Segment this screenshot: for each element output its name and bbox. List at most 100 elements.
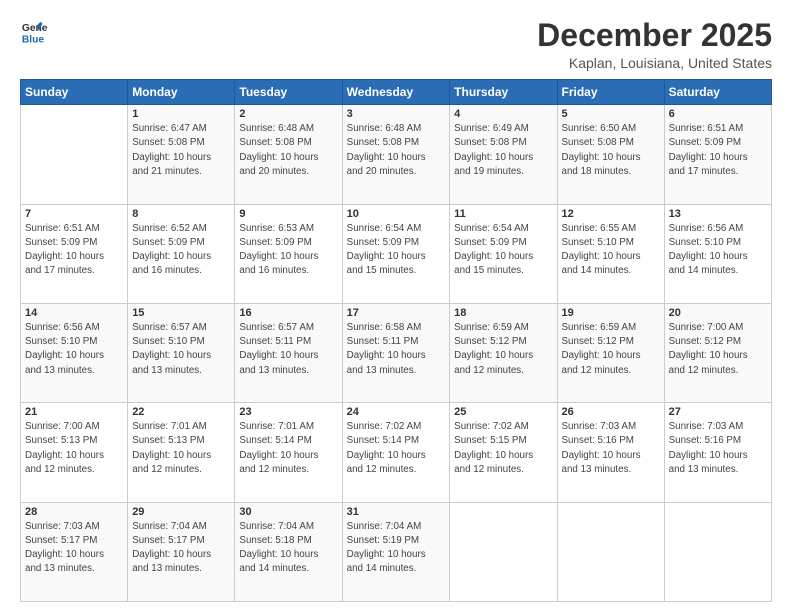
calendar-cell: 22 Sunrise: 7:01 AMSunset: 5:13 PMDayligh… xyxy=(128,403,235,502)
day-info: Sunrise: 6:49 AMSunset: 5:08 PMDaylight:… xyxy=(454,122,552,179)
day-info: Sunrise: 7:03 AMSunset: 5:16 PMDaylight:… xyxy=(562,420,660,477)
day-number: 1 xyxy=(132,108,230,120)
calendar-cell: 13 Sunrise: 6:56 AMSunset: 5:10 PMDayligh… xyxy=(664,204,771,303)
weekday-header-sunday: Sunday xyxy=(21,80,128,105)
day-number: 6 xyxy=(669,108,767,120)
day-info: Sunrise: 7:02 AMSunset: 5:14 PMDaylight:… xyxy=(347,420,446,477)
day-number: 7 xyxy=(25,208,123,220)
week-row-3: 14 Sunrise: 6:56 AMSunset: 5:10 PMDayligh… xyxy=(21,303,772,402)
day-number: 15 xyxy=(132,307,230,319)
day-number: 27 xyxy=(669,406,767,418)
day-number: 11 xyxy=(454,208,552,220)
calendar-cell: 5 Sunrise: 6:50 AMSunset: 5:08 PMDaylight… xyxy=(557,105,664,204)
day-info: Sunrise: 7:01 AMSunset: 5:14 PMDaylight:… xyxy=(239,420,337,477)
day-number: 17 xyxy=(347,307,446,319)
day-info: Sunrise: 7:04 AMSunset: 5:19 PMDaylight:… xyxy=(347,520,446,577)
day-info: Sunrise: 6:56 AMSunset: 5:10 PMDaylight:… xyxy=(669,222,767,279)
subtitle: Kaplan, Louisiana, United States xyxy=(537,55,772,71)
calendar-cell: 25 Sunrise: 7:02 AMSunset: 5:15 PMDayligh… xyxy=(450,403,557,502)
day-info: Sunrise: 7:04 AMSunset: 5:17 PMDaylight:… xyxy=(132,520,230,577)
calendar-cell: 4 Sunrise: 6:49 AMSunset: 5:08 PMDaylight… xyxy=(450,105,557,204)
day-info: Sunrise: 6:51 AMSunset: 5:09 PMDaylight:… xyxy=(25,222,123,279)
main-title: December 2025 xyxy=(537,18,772,53)
calendar-cell: 26Sunrise: 7:03 AMSunset: 5:16 PMDayligh… xyxy=(557,403,664,502)
day-info: Sunrise: 7:02 AMSunset: 5:15 PMDaylight:… xyxy=(454,420,552,477)
calendar-cell: 30Sunrise: 7:04 AMSunset: 5:18 PMDayligh… xyxy=(235,502,342,601)
day-info: Sunrise: 6:52 AMSunset: 5:09 PMDaylight:… xyxy=(132,222,230,279)
calendar-cell: 29 Sunrise: 7:04 AMSunset: 5:17 PMDayligh… xyxy=(128,502,235,601)
day-info: Sunrise: 7:03 AMSunset: 5:16 PMDaylight:… xyxy=(669,420,767,477)
calendar-cell: 8 Sunrise: 6:52 AMSunset: 5:09 PMDaylight… xyxy=(128,204,235,303)
day-info: Sunrise: 7:04 AMSunset: 5:18 PMDaylight:… xyxy=(239,520,337,577)
day-number: 5 xyxy=(562,108,660,120)
day-number: 29 xyxy=(132,506,230,518)
calendar-cell: 23 Sunrise: 7:01 AMSunset: 5:14 PMDayligh… xyxy=(235,403,342,502)
calendar-page: General Blue General Blue December 2025 … xyxy=(0,0,792,612)
day-info: Sunrise: 7:01 AMSunset: 5:13 PMDaylight:… xyxy=(132,420,230,477)
day-number: 18 xyxy=(454,307,552,319)
weekday-header-tuesday: Tuesday xyxy=(235,80,342,105)
calendar-cell: 3Sunrise: 6:48 AMSunset: 5:08 PMDaylight… xyxy=(342,105,450,204)
day-info: Sunrise: 7:00 AMSunset: 5:12 PMDaylight:… xyxy=(669,321,767,378)
calendar-cell: 17 Sunrise: 6:58 AMSunset: 5:11 PMDayligh… xyxy=(342,303,450,402)
day-info: Sunrise: 6:51 AMSunset: 5:09 PMDaylight:… xyxy=(669,122,767,179)
calendar-cell: 10 Sunrise: 6:54 AMSunset: 5:09 PMDayligh… xyxy=(342,204,450,303)
calendar-cell: 2Sunrise: 6:48 AMSunset: 5:08 PMDaylight… xyxy=(235,105,342,204)
header: General Blue General Blue December 2025 … xyxy=(20,18,772,71)
calendar-cell: 20 Sunrise: 7:00 AMSunset: 5:12 PMDayligh… xyxy=(664,303,771,402)
calendar-cell: 15 Sunrise: 6:57 AMSunset: 5:10 PMDayligh… xyxy=(128,303,235,402)
calendar-cell xyxy=(21,105,128,204)
calendar-cell: 16Sunrise: 6:57 AMSunset: 5:11 PMDayligh… xyxy=(235,303,342,402)
calendar-cell: 9 Sunrise: 6:53 AMSunset: 5:09 PMDaylight… xyxy=(235,204,342,303)
day-number: 2 xyxy=(239,108,337,120)
logo-icon: General Blue xyxy=(20,18,48,46)
day-number: 21 xyxy=(25,406,123,418)
day-info: Sunrise: 7:00 AMSunset: 5:13 PMDaylight:… xyxy=(25,420,123,477)
day-info: Sunrise: 6:59 AMSunset: 5:12 PMDaylight:… xyxy=(454,321,552,378)
day-info: Sunrise: 6:53 AMSunset: 5:09 PMDaylight:… xyxy=(239,222,337,279)
day-number: 19 xyxy=(562,307,660,319)
calendar-cell: 24 Sunrise: 7:02 AMSunset: 5:14 PMDayligh… xyxy=(342,403,450,502)
day-info: Sunrise: 6:54 AMSunset: 5:09 PMDaylight:… xyxy=(347,222,446,279)
day-info: Sunrise: 6:57 AMSunset: 5:10 PMDaylight:… xyxy=(132,321,230,378)
weekday-header-monday: Monday xyxy=(128,80,235,105)
day-number: 28 xyxy=(25,506,123,518)
calendar-cell: 1Sunrise: 6:47 AMSunset: 5:08 PMDaylight… xyxy=(128,105,235,204)
calendar-table: SundayMondayTuesdayWednesdayThursdayFrid… xyxy=(20,79,772,602)
svg-text:General: General xyxy=(22,23,48,34)
calendar-cell xyxy=(557,502,664,601)
day-number: 12 xyxy=(562,208,660,220)
day-number: 25 xyxy=(454,406,552,418)
day-info: Sunrise: 6:54 AMSunset: 5:09 PMDaylight:… xyxy=(454,222,552,279)
day-number: 23 xyxy=(239,406,337,418)
day-number: 14 xyxy=(25,307,123,319)
calendar-cell: 18 Sunrise: 6:59 AMSunset: 5:12 PMDayligh… xyxy=(450,303,557,402)
weekday-header-thursday: Thursday xyxy=(450,80,557,105)
day-info: Sunrise: 6:59 AMSunset: 5:12 PMDaylight:… xyxy=(562,321,660,378)
day-info: Sunrise: 6:57 AMSunset: 5:11 PMDaylight:… xyxy=(239,321,337,378)
calendar-cell: 12Sunrise: 6:55 AMSunset: 5:10 PMDayligh… xyxy=(557,204,664,303)
calendar-cell xyxy=(664,502,771,601)
day-number: 10 xyxy=(347,208,446,220)
day-number: 8 xyxy=(132,208,230,220)
day-number: 9 xyxy=(239,208,337,220)
calendar-cell: 27 Sunrise: 7:03 AMSunset: 5:16 PMDayligh… xyxy=(664,403,771,502)
calendar-cell xyxy=(450,502,557,601)
day-number: 4 xyxy=(454,108,552,120)
week-row-4: 21 Sunrise: 7:00 AMSunset: 5:13 PMDayligh… xyxy=(21,403,772,502)
day-number: 31 xyxy=(347,506,446,518)
weekday-header-wednesday: Wednesday xyxy=(342,80,450,105)
weekday-header-saturday: Saturday xyxy=(664,80,771,105)
calendar-cell: 28Sunrise: 7:03 AMSunset: 5:17 PMDayligh… xyxy=(21,502,128,601)
day-number: 20 xyxy=(669,307,767,319)
day-info: Sunrise: 6:56 AMSunset: 5:10 PMDaylight:… xyxy=(25,321,123,378)
day-number: 13 xyxy=(669,208,767,220)
weekday-header-friday: Friday xyxy=(557,80,664,105)
day-number: 22 xyxy=(132,406,230,418)
day-number: 24 xyxy=(347,406,446,418)
day-info: Sunrise: 6:58 AMSunset: 5:11 PMDaylight:… xyxy=(347,321,446,378)
logo: General Blue General Blue xyxy=(20,18,48,46)
week-row-5: 28Sunrise: 7:03 AMSunset: 5:17 PMDayligh… xyxy=(21,502,772,601)
weekday-header-row: SundayMondayTuesdayWednesdayThursdayFrid… xyxy=(21,80,772,105)
day-info: Sunrise: 6:50 AMSunset: 5:08 PMDaylight:… xyxy=(562,122,660,179)
